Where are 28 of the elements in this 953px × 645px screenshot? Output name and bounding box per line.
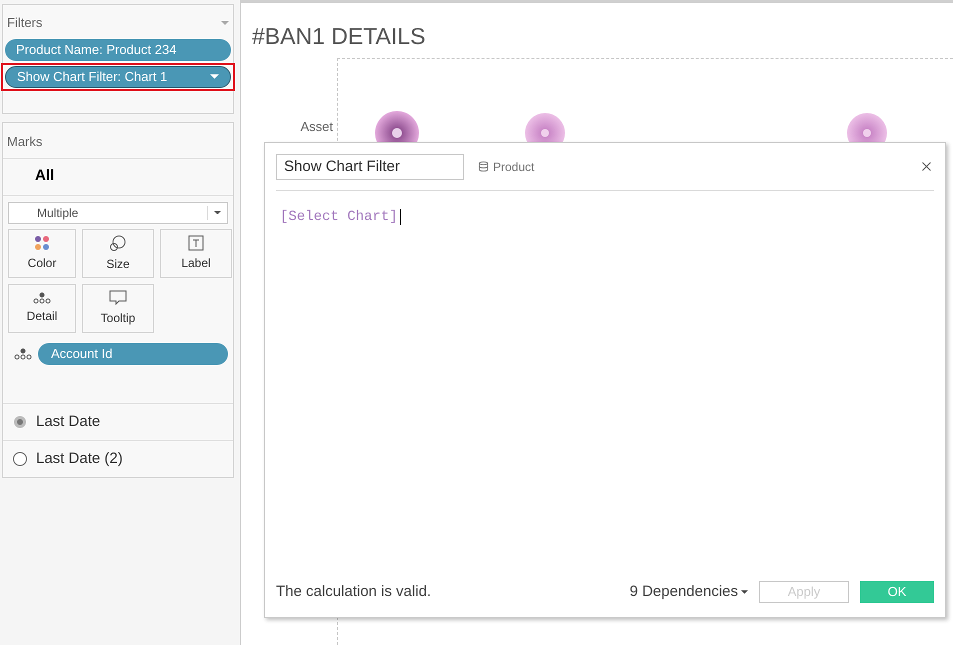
caret-icon[interactable]: [210, 74, 219, 79]
datasource-label: Product: [478, 158, 534, 176]
color-dots-icon: [34, 234, 50, 250]
marks-tab-label: Last Date: [36, 412, 100, 432]
mark-card-button[interactable]: Color: [8, 228, 76, 278]
size-circles-icon: [109, 234, 127, 252]
marks-tab-label: Last Date (2): [36, 448, 123, 469]
detail-dots-icon: [33, 292, 51, 304]
sheet-title: #BAN1 DETAILS: [251, 22, 426, 51]
panel-title: Marks: [6, 133, 44, 151]
speech-bubble-icon: [109, 290, 127, 306]
mark-card-button[interactable]: Size: [82, 228, 154, 278]
database-icon: [478, 161, 489, 172]
mark-card-button[interactable]: Tooltip: [82, 284, 154, 332]
mark-type-dropdown[interactable]: Multiple: [8, 202, 228, 224]
calculation-name-field[interactable]: Show Chart Filter: [276, 154, 464, 180]
panel-title: Filters: [7, 14, 42, 32]
text-label-icon: [188, 234, 204, 250]
marks-level-label: All: [35, 166, 54, 186]
dependencies-dropdown[interactable]: 9 Dependencies: [630, 580, 748, 604]
mark-card-button[interactable]: Detail: [8, 284, 76, 332]
detail-dots-icon: [14, 348, 32, 360]
validation-status: The calculation is valid.: [276, 582, 432, 602]
row-header: Asset: [300, 118, 333, 136]
caret-icon[interactable]: [214, 210, 221, 214]
radio-button[interactable]: [14, 416, 26, 428]
mark-card-button[interactable]: Label: [160, 228, 232, 278]
caret-icon: [741, 590, 748, 594]
